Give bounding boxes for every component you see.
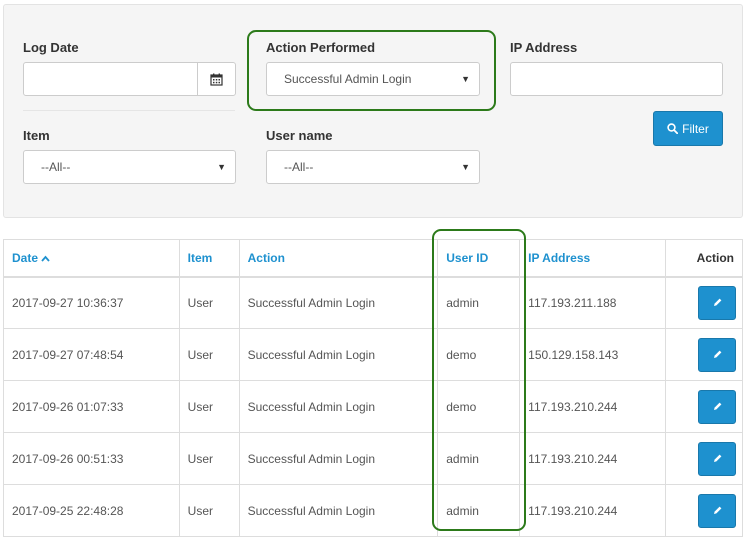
filter-divider	[23, 110, 235, 111]
ip-address-input[interactable]	[510, 62, 723, 96]
table-row: 2017-09-26 01:07:33 User Successful Admin …	[3, 380, 743, 433]
calendar-button[interactable]	[197, 63, 235, 95]
sort-date-link[interactable]: Date	[12, 251, 50, 265]
cell-item: User	[178, 276, 240, 329]
edit-button[interactable]	[698, 493, 736, 528]
cell-ip-address: 117.193.211.188	[519, 276, 667, 329]
cell-action-buttons	[665, 328, 743, 381]
cell-user-id: admin	[437, 276, 521, 329]
item-label: Item	[23, 128, 50, 143]
filter-panel	[3, 4, 743, 218]
edit-button[interactable]	[698, 285, 736, 320]
column-ip-address[interactable]: IP Address	[519, 239, 667, 278]
cell-item: User	[178, 484, 240, 537]
table-row: 2017-09-25 22:48:28 User Successful Admin …	[3, 484, 743, 537]
user-name-label: User name	[266, 128, 333, 143]
filter-button[interactable]: Filter	[653, 111, 723, 146]
pencil-icon	[713, 350, 721, 358]
action-performed-value: Successful Admin Login	[284, 72, 412, 86]
cell-action: Successful Admin Login	[238, 484, 439, 537]
pencil-icon	[713, 298, 721, 307]
table-row: 2017-09-27 10:36:37 User Successful Admin …	[3, 276, 743, 329]
edit-button[interactable]	[698, 441, 736, 476]
item-value: --All--	[41, 160, 71, 174]
cell-action-buttons	[665, 484, 743, 537]
cell-date: 2017-09-27 10:36:37	[3, 276, 180, 329]
pencil-icon	[713, 506, 721, 514]
sort-action-link[interactable]: Action	[248, 251, 285, 265]
cell-action-buttons	[665, 276, 743, 329]
cell-item: User	[178, 432, 240, 485]
table-row: 2017-09-26 00:51:33 User Successful Admin …	[3, 432, 743, 485]
item-select[interactable]: --All-- ▼	[23, 150, 236, 184]
cell-item: User	[178, 380, 240, 433]
cell-ip-address: 117.193.210.244	[519, 484, 667, 537]
column-item[interactable]: Item	[178, 239, 240, 278]
table-header-row: Date Item Action User ID IP Address Acti…	[3, 239, 743, 278]
edit-button[interactable]	[698, 389, 736, 424]
user-name-value: --All--	[284, 160, 314, 174]
cell-action: Successful Admin Login	[238, 276, 439, 329]
cell-ip-address: 117.193.210.244	[519, 380, 667, 433]
cell-action-buttons	[665, 380, 743, 433]
cell-date: 2017-09-27 07:48:54	[3, 328, 180, 381]
sort-user-id-link[interactable]: User ID	[446, 251, 488, 265]
pencil-icon	[713, 454, 721, 462]
cell-action-buttons	[665, 432, 743, 485]
column-user-id[interactable]: User ID	[437, 239, 521, 278]
cell-date: 2017-09-26 00:51:33	[3, 432, 180, 485]
caret-up-icon	[41, 251, 50, 265]
cell-user-id: admin	[437, 484, 521, 537]
column-date[interactable]: Date	[3, 239, 180, 278]
cell-user-id: admin	[437, 432, 521, 485]
table-row: 2017-09-27 07:48:54 User Successful Admin …	[3, 328, 743, 381]
edit-button[interactable]	[698, 337, 736, 372]
cell-item: User	[178, 328, 240, 381]
cell-ip-address: 150.129.158.143	[519, 328, 667, 381]
cell-date: 2017-09-25 22:48:28	[3, 484, 180, 537]
column-action-buttons: Action	[665, 239, 743, 278]
ip-address-label: IP Address	[510, 40, 578, 55]
log-date-label: Log Date	[23, 40, 79, 55]
caret-down-icon: ▼	[217, 162, 226, 172]
column-action[interactable]: Action	[238, 239, 439, 278]
pencil-icon	[713, 402, 721, 410]
user-name-select[interactable]: --All-- ▼	[266, 150, 480, 184]
caret-down-icon: ▼	[461, 162, 470, 172]
action-performed-select[interactable]: Successful Admin Login ▼	[266, 62, 480, 96]
cell-action: Successful Admin Login	[238, 380, 439, 433]
cell-action: Successful Admin Login	[238, 432, 439, 485]
cell-user-id: demo	[437, 380, 521, 433]
cell-action: Successful Admin Login	[238, 328, 439, 381]
cell-ip-address: 117.193.210.244	[519, 432, 667, 485]
cell-user-id: demo	[437, 328, 521, 381]
sort-ip-link[interactable]: IP Address	[528, 251, 590, 265]
cell-date: 2017-09-26 01:07:33	[3, 380, 180, 433]
action-performed-label: Action Performed	[266, 40, 376, 55]
calendar-icon	[210, 73, 223, 86]
sort-item-link[interactable]: Item	[188, 251, 213, 265]
caret-down-icon: ▼	[461, 74, 470, 84]
log-table: Date Item Action User ID IP Address Acti…	[3, 239, 743, 537]
filter-button-label: Filter	[682, 121, 709, 136]
search-icon	[667, 123, 679, 134]
log-date-input[interactable]	[23, 62, 236, 96]
